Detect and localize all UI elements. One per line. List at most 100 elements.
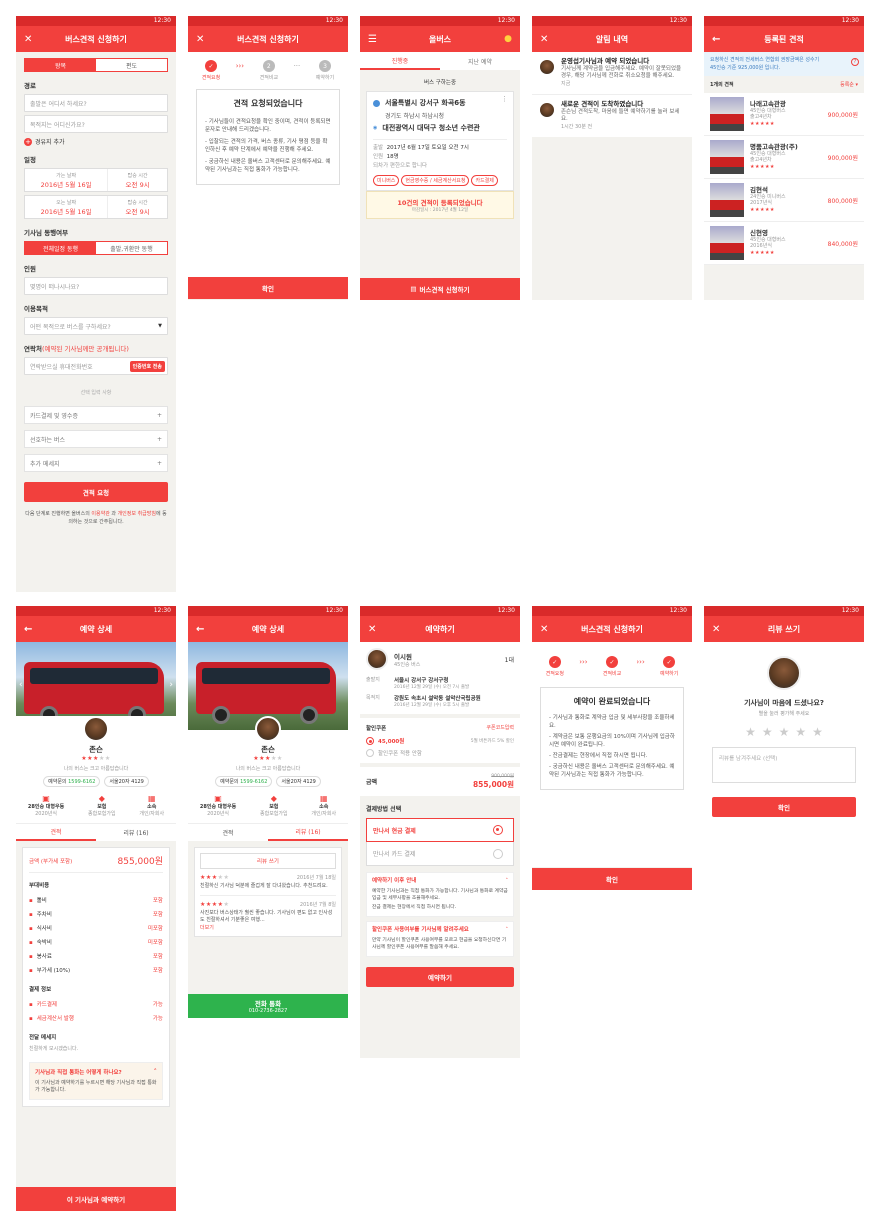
one-way-option[interactable]: 편도: [96, 59, 167, 71]
to-input[interactable]: 목적지는 어디신가요?: [24, 115, 168, 133]
confirm-button[interactable]: 확인: [532, 868, 692, 890]
feature-sub: 2020년식: [207, 811, 230, 817]
notification-item[interactable]: 운영섭기사님과 예약 되었습니다 기사님께 계약금을 입금해주세요. 예약이 잘…: [532, 52, 692, 95]
driver-bio: 나의 버스는 크고 아름답습니다: [63, 766, 129, 772]
quote-item[interactable]: 명품고속관광(주) 45인승 대형버스 출고4년차 ★★★★★ 900,000원: [704, 136, 864, 179]
back-date-row[interactable]: 오는 날짜 2016년 5월 16일 탑승 시간 오전 9시: [24, 195, 168, 219]
pay-cash-option[interactable]: 만나서 현금 결제: [366, 818, 514, 842]
next-photo-icon[interactable]: ›: [169, 680, 173, 690]
radio-selected-icon: [366, 737, 374, 745]
purpose-select[interactable]: 어떤 목적으로 버스를 구하세요? ▼: [24, 317, 168, 335]
request-quote-button[interactable]: 견적 요청: [24, 482, 168, 502]
reserve-button[interactable]: 예약하기: [366, 967, 514, 987]
card-receipt-option[interactable]: 카드결제 및 영수증 +: [24, 406, 168, 424]
app-bar: ✕ 버스견적 신청하기: [188, 26, 348, 52]
help-icon[interactable]: ?: [851, 58, 859, 66]
preferred-bus-option[interactable]: 선호하는 버스 +: [24, 430, 168, 448]
call-button[interactable]: 전화 통화 010-2736-2827: [188, 994, 348, 1018]
go-time-label: 탑승 시간: [127, 173, 148, 179]
feature-title: 보험: [269, 804, 279, 810]
cost-status: 미포함: [147, 926, 163, 932]
submit-review-button[interactable]: 확인: [712, 797, 856, 817]
driver-profile: 존슨 ★★★★★ 나의 버스는 크고 아름답습니다 예약문의 1599-6162…: [16, 716, 176, 823]
round-trip-option[interactable]: 왕복: [25, 59, 96, 71]
quote-item[interactable]: 신현영 45인승 대형버스 2016년식 ★★★★★ 840,000원: [704, 222, 864, 265]
tab-past[interactable]: 지난 예약: [440, 52, 520, 70]
coupon-option[interactable]: 45,000원 5월 버튼카드 5% 할인: [366, 737, 514, 745]
tab-quote[interactable]: 견적: [188, 824, 268, 841]
faq-box[interactable]: 기사님과 직접 통화는 어떻게 하나요? ˄ 이 기사님과 예약하기를 누르시면 …: [29, 1062, 163, 1100]
close-icon[interactable]: ✕: [368, 624, 376, 635]
sort-dropdown[interactable]: 등록순 ▾: [840, 81, 858, 88]
bus-thumbnail: [710, 140, 744, 174]
call-number: 010-2736-2827: [248, 1008, 288, 1014]
coupon-info[interactable]: 할인쿠폰 사용여부를 기사님께 알려주세요 ˄ 만약 기사님이 할인쿠폰 사용여부…: [366, 921, 514, 957]
close-icon[interactable]: ✕: [196, 34, 204, 45]
back-arrow-icon[interactable]: ←: [196, 624, 204, 635]
coupon-code-link[interactable]: 쿠폰코드입력: [486, 724, 514, 732]
book-driver-button[interactable]: 이 기사님과 예약하기: [16, 1187, 176, 1211]
quote-list: 나래고속관광 45인승 대형버스 출고4년차 ★★★★★ 900,000원 명품고속관광(…: [704, 93, 864, 265]
cost-row: ▪ 봉사료 포함: [29, 949, 163, 963]
radio-icon: [493, 848, 503, 859]
go-date-row[interactable]: 가는 날짜 2016년 5월 16일 탑승 시간 오전 9시: [24, 168, 168, 192]
step-1: ✓ 견적요청: [546, 656, 564, 677]
after-booking-info[interactable]: 예약하기 이후 안내 ˄ 예약한 기사님과는 직접 통화가 가능합니다. 기사님과…: [366, 872, 514, 917]
write-review-button[interactable]: 리뷰 쓰기: [200, 853, 336, 869]
tab-quote[interactable]: 견적: [16, 824, 96, 841]
close-icon[interactable]: ✕: [540, 624, 548, 635]
people-input[interactable]: 몇명이 떠나시나요?: [24, 277, 168, 295]
back-arrow-icon[interactable]: ←: [24, 624, 32, 635]
chevron-up-icon: ˄: [505, 879, 508, 884]
card-receipt-label: 카드결제 및 영수증: [30, 412, 78, 420]
no-coupon-option[interactable]: 할인쿠폰 적용 안함: [366, 749, 514, 757]
add-stop-button[interactable]: + 경유지 추가: [24, 137, 168, 146]
quote-item[interactable]: 나래고속관광 45인승 대형버스 출고4년차 ★★★★★ 900,000원: [704, 93, 864, 136]
prev-photo-icon[interactable]: ‹: [19, 680, 23, 690]
send-code-button[interactable]: 인증번호 전송: [129, 360, 165, 372]
bell-icon[interactable]: ●: [504, 34, 512, 44]
cost-status: 미포함: [147, 940, 163, 946]
confirm-button[interactable]: 확인: [188, 277, 348, 299]
privacy-link[interactable]: 개인정보 취급방침: [118, 511, 156, 517]
extra-message-option[interactable]: 추가 메세지 +: [24, 454, 168, 472]
full-accompany-option[interactable]: 전체일정 동행: [25, 242, 96, 254]
quote-count-banner[interactable]: 10건의 견적이 등록되었습니다 마감일시 : 2017년 4월 12일: [366, 191, 514, 219]
pay-cash-label: 만나서 현금 결제: [373, 827, 416, 835]
star-icon[interactable]: ★: [812, 725, 823, 739]
menu-icon[interactable]: ☰: [368, 34, 377, 45]
request-card[interactable]: ⋮ 서울특별시 강서구 화곡6동 경기도 하남시 하남시청 ◉ 대전광역시 대덕구…: [366, 91, 514, 191]
quote-price: 840,000원: [827, 240, 858, 248]
rating-stars: ★★★★★: [750, 206, 775, 213]
more-icon[interactable]: ⋮: [501, 95, 508, 103]
quote-item[interactable]: 김현석 24인승 미니버스 2017년식 ★★★★★ 800,000원: [704, 179, 864, 222]
star-icon[interactable]: ★: [762, 725, 773, 739]
star-icon[interactable]: ★: [795, 725, 806, 739]
notification-item[interactable]: 새로운 견적이 도착하였습니다 존슨님 견적도착, 마음에 들면 예약하기를 눌…: [532, 95, 692, 137]
phone-input[interactable]: 연락받으실 휴대전화번호 인증번호 전송: [24, 357, 168, 375]
tab-reviews[interactable]: 리뷰 (16): [268, 824, 348, 841]
tab-reviews[interactable]: 리뷰 (16): [96, 824, 176, 841]
star-icon[interactable]: ★: [779, 725, 790, 739]
pay-card-option[interactable]: 만나서 카드 결제: [366, 842, 514, 866]
more-link[interactable]: 더보기: [200, 924, 336, 931]
route-label: 경로: [24, 82, 36, 90]
close-icon[interactable]: ✕: [24, 34, 32, 45]
terms-link[interactable]: 이용약관: [91, 511, 109, 517]
phone-pill[interactable]: 예약문의 1599-6162: [43, 776, 101, 787]
step-2-label: 견적비교: [602, 671, 622, 677]
driver-name: 이시원: [394, 652, 412, 661]
feature-sub: 종합보험가입: [260, 811, 288, 817]
close-icon[interactable]: ✕: [712, 624, 720, 635]
phone-pill[interactable]: 예약문의 1599-6162: [215, 776, 273, 787]
new-request-button[interactable]: ▤ 버스견적 신청하기: [360, 278, 520, 300]
back-arrow-icon[interactable]: ←: [712, 34, 720, 45]
rating-stars: ★★★★★: [253, 755, 283, 762]
star-icon[interactable]: ★: [745, 725, 756, 739]
partial-accompany-option[interactable]: 출발,귀환만 동행: [96, 242, 167, 254]
close-icon[interactable]: ✕: [540, 34, 548, 45]
from-input[interactable]: 출발은 어디서 하세요?: [24, 94, 168, 112]
preferred-bus-label: 선호하는 버스: [30, 436, 66, 444]
review-textarea[interactable]: 리뷰를 남겨주세요 (선택): [712, 747, 856, 783]
tab-in-progress[interactable]: 진행중: [360, 52, 440, 70]
